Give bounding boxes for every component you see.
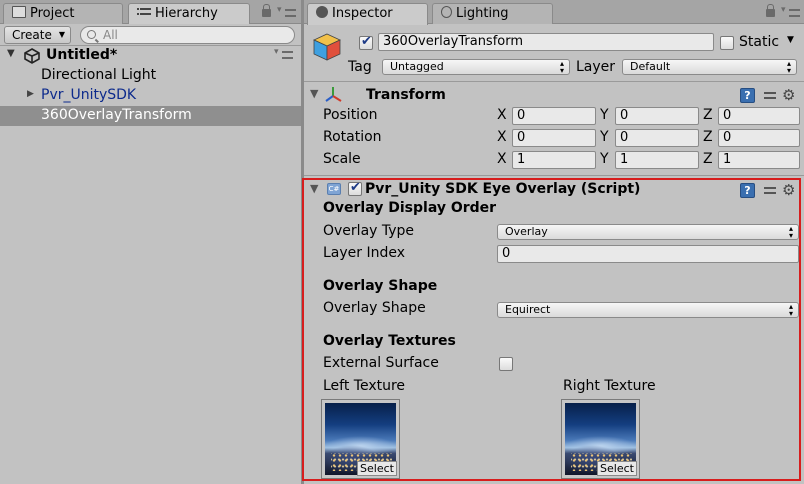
left-window-controls <box>262 4 296 19</box>
position-label: Position <box>323 107 378 123</box>
scale-x-value: 1 <box>517 152 526 167</box>
unity-scene-icon <box>24 48 40 64</box>
updown-arrows-icon: ▴ ▾ <box>559 59 564 75</box>
axis-y-label: Y <box>600 107 609 123</box>
hierarchy-item-label: Pvr_UnitySDK <box>41 87 137 103</box>
object-name-value: 360OverlayTransform <box>383 34 524 49</box>
lock-icon[interactable] <box>262 4 271 17</box>
tag-dropdown[interactable]: Untagged ▴ ▾ <box>382 59 570 75</box>
axis-x-label: X <box>497 107 507 123</box>
static-label: Static <box>739 34 780 50</box>
hierarchy-item-360overlaytransform[interactable]: 360OverlayTransform <box>0 106 301 126</box>
gear-icon[interactable]: ⚙ <box>782 88 795 103</box>
presets-icon[interactable] <box>764 89 776 102</box>
lightbulb-icon <box>441 6 452 18</box>
hierarchy-item-directional-light[interactable]: Directional Light <box>0 66 301 86</box>
search-icon <box>87 30 96 39</box>
left-tab-bar: Project Hierarchy <box>0 0 301 25</box>
tab-hierarchy-label: Hierarchy <box>155 6 218 21</box>
rotation-y-value: 0 <box>620 130 629 145</box>
gameobject-cube-icon <box>313 33 341 61</box>
lock-icon[interactable] <box>766 4 775 17</box>
object-header: 360OverlayTransform Static ▼ Tag Untagge… <box>304 24 804 82</box>
dropdown-caret-icon: ▼ <box>58 30 65 39</box>
layer-dropdown[interactable]: Default ▴ ▾ <box>622 59 797 75</box>
highlight-box <box>302 178 801 481</box>
rotation-x-field[interactable]: 0 <box>512 129 596 147</box>
hierarchy-item-label: 360OverlayTransform <box>41 107 192 123</box>
rotation-x-value: 0 <box>517 130 526 145</box>
create-button[interactable]: Create ▼ <box>4 26 71 44</box>
create-label: Create <box>12 28 52 42</box>
axis-x-label: X <box>497 129 507 145</box>
component-separator <box>304 175 804 176</box>
position-x-field[interactable]: 0 <box>512 107 596 125</box>
scene-row[interactable]: ▼ Untitled* <box>0 46 301 66</box>
tag-value: Untagged <box>390 60 444 73</box>
axis-y-label: Y <box>600 129 609 145</box>
right-tab-bar: Inspector Lighting <box>304 0 804 25</box>
transform-header[interactable]: ▼ Transform ? ⚙ <box>304 85 804 105</box>
rotation-y-field[interactable]: 0 <box>615 129 699 147</box>
updown-arrows-icon: ▴ ▾ <box>786 59 791 75</box>
scene-menu-icon[interactable] <box>274 47 293 59</box>
scale-x-field[interactable]: 1 <box>512 151 596 169</box>
tab-inspector-label: Inspector <box>332 6 393 21</box>
expand-arrow-icon[interactable]: ▶ <box>27 89 34 99</box>
rotation-z-field[interactable]: 0 <box>718 129 800 147</box>
tab-lighting[interactable]: Lighting <box>432 3 553 24</box>
panel-menu-icon[interactable] <box>781 5 800 17</box>
position-x-value: 0 <box>517 108 526 123</box>
hierarchy-panel: Project Hierarchy Create ▼ All ▼ Untitle… <box>0 0 301 484</box>
hierarchy-item-pvr-unitysdk[interactable]: ▶ Pvr_UnitySDK <box>0 86 301 106</box>
tag-label: Tag <box>348 59 372 75</box>
tab-lighting-label: Lighting <box>456 6 509 21</box>
transform-axes-icon <box>325 87 342 102</box>
axis-y-label: Y <box>600 151 609 167</box>
object-name-field[interactable]: 360OverlayTransform <box>378 33 714 51</box>
right-window-controls <box>766 4 800 19</box>
panel-menu-icon[interactable] <box>277 5 296 17</box>
position-y-value: 0 <box>620 108 629 123</box>
rotation-z-value: 0 <box>723 130 732 145</box>
hierarchy-toolbar: Create ▼ All <box>0 24 301 46</box>
tab-project-label: Project <box>30 6 75 21</box>
axis-z-label: Z <box>703 151 713 167</box>
folder-icon <box>12 6 26 18</box>
foldout-arrow-icon[interactable]: ▼ <box>310 87 318 100</box>
scene-title: Untitled* <box>46 47 118 63</box>
expand-arrow-icon[interactable]: ▼ <box>7 48 15 59</box>
position-z-value: 0 <box>723 108 732 123</box>
scale-y-field[interactable]: 1 <box>615 151 699 169</box>
help-icon[interactable]: ? <box>740 88 755 103</box>
layer-label: Layer <box>576 59 616 75</box>
scale-label: Scale <box>323 151 361 167</box>
axis-z-label: Z <box>703 107 713 123</box>
axis-x-label: X <box>497 151 507 167</box>
list-icon <box>137 6 151 18</box>
layer-value: Default <box>630 60 671 73</box>
tab-inspector[interactable]: Inspector <box>307 3 428 25</box>
scale-y-value: 1 <box>620 152 629 167</box>
static-dropdown-icon[interactable]: ▼ <box>787 35 794 45</box>
rotation-label: Rotation <box>323 129 382 145</box>
search-placeholder: All <box>103 28 118 42</box>
transform-title: Transform <box>366 87 446 103</box>
scale-z-field[interactable]: 1 <box>718 151 800 169</box>
tab-hierarchy[interactable]: Hierarchy <box>128 3 250 25</box>
scale-z-value: 1 <box>723 152 732 167</box>
tab-project[interactable]: Project <box>3 3 123 24</box>
position-z-field[interactable]: 0 <box>718 107 800 125</box>
hierarchy-item-label: Directional Light <box>41 67 157 83</box>
info-icon <box>316 6 328 18</box>
static-checkbox[interactable] <box>720 36 734 50</box>
axis-z-label: Z <box>703 129 713 145</box>
position-y-field[interactable]: 0 <box>615 107 699 125</box>
search-input[interactable]: All <box>80 26 295 44</box>
object-active-checkbox[interactable] <box>359 34 373 50</box>
